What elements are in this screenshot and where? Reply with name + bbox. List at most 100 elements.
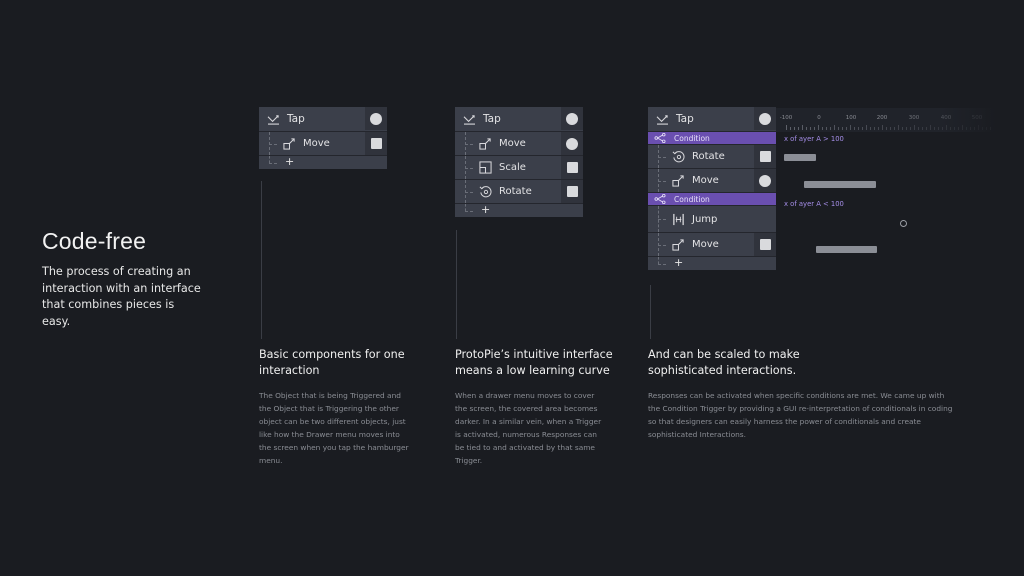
scale-icon [477,161,493,175]
ruler-tick [930,125,931,130]
ruler-tick [874,127,875,130]
circle-marker-icon [566,137,578,150]
hero-section: Code-free The process of creating an int… [42,228,202,330]
ruler-tick [850,125,851,130]
ruler-tick [838,127,839,130]
ruler-tick [962,125,963,130]
move-icon [670,174,686,188]
tap-icon [461,112,477,126]
condition-branch-icon [652,192,668,206]
caption-intuitive: ProtoPie’s intuitive interface means a l… [455,347,613,468]
divider-line [456,230,457,339]
ruler-tick [814,127,815,130]
ruler-tick [790,127,791,130]
ruler-label: 400 [940,115,952,121]
ruler-label: -100 [779,115,793,121]
ruler-tick [922,127,923,130]
tree-branch [658,244,666,246]
ruler-tick [986,127,987,130]
tree-branch [465,210,473,212]
square-marker-icon [566,162,578,173]
timeline-keyframe-jump[interactable] [900,220,907,227]
trigger-row[interactable]: Tap [648,107,776,132]
layer-marker [365,107,387,130]
tree-branch [269,162,277,164]
ruler-tick [806,127,807,130]
response-label: Move [692,239,719,250]
ruler-tick [794,127,795,130]
layer-marker [754,145,776,168]
caption-body: When a drawer menu moves to cover the sc… [455,391,602,466]
response-row[interactable]: Scale [455,156,583,180]
condition-expression: x of ayer A < 100 [784,200,844,208]
add-response-row[interactable]: + [648,256,776,270]
condition-row[interactable]: Condition [648,193,776,206]
add-response-button[interactable]: + [481,203,490,216]
layer-marker [754,233,776,256]
timeline-bar-move[interactable] [816,246,877,253]
add-response-row[interactable]: + [259,155,387,169]
timeline-bar-rotate[interactable] [784,154,816,161]
caption-basic: Basic components for one interaction The… [259,347,409,468]
move-icon [281,137,297,151]
ruler-tick [926,127,927,130]
layer-marker [365,132,387,155]
ruler-tick [910,127,911,130]
response-row[interactable]: Move [259,132,387,156]
ruler-tick [882,125,883,130]
ruler-tick [982,127,983,130]
tree-branch [465,143,473,145]
caption-body: Responses can be activated when specific… [648,391,953,440]
tree-branch [465,191,473,193]
square-marker-icon [566,186,578,197]
response-row[interactable]: Jump [648,206,776,233]
ruler-tick [950,127,951,130]
ruler-tick [786,125,787,130]
response-row[interactable]: Rotate [648,145,776,169]
divider-line [261,181,262,339]
ruler-tick [906,127,907,130]
caption-title: Basic components for one interaction [259,348,405,377]
interaction-panel-multi: Tap Move Scale Rotate + [455,107,583,217]
response-row[interactable]: Rotate [455,180,583,204]
trigger-label: Tap [287,113,305,125]
ruler-tick [866,125,867,130]
layer-marker [561,107,583,130]
move-icon [670,238,686,252]
ruler-tick [990,127,991,130]
ruler-tick [958,127,959,130]
ruler-tick [830,127,831,130]
divider-line [650,285,651,339]
circle-marker-icon [370,112,382,125]
tap-icon [654,112,670,126]
move-icon [477,137,493,151]
response-row[interactable]: Move [455,132,583,156]
condition-label: Condition [674,133,710,143]
ruler-tick [902,127,903,130]
ruler-label: 0 [817,115,821,121]
add-response-button[interactable]: + [674,256,683,269]
interaction-panel-conditional: Tap Condition Rotate Move Condition Jump… [648,107,776,270]
trigger-row[interactable]: Tap [259,107,387,132]
add-response-button[interactable]: + [285,155,294,168]
response-label: Rotate [692,151,725,162]
condition-row[interactable]: Condition [648,132,776,145]
rotate-icon [477,185,493,199]
ruler-tick [898,125,899,130]
tree-branch [269,143,277,145]
ruler-tick [834,125,835,130]
response-row[interactable]: Move [648,233,776,257]
tree-branch [658,156,666,158]
timeline-ruler: -100 0 100 200 300 400 500 [776,108,996,132]
layer-marker [754,107,776,130]
add-response-row[interactable]: + [455,203,583,217]
tree-branch [658,219,666,220]
ruler-tick [894,127,895,130]
ruler-tick [890,127,891,130]
response-label: Move [692,175,719,186]
square-marker-icon [759,239,771,250]
ruler-label: 500 [971,115,983,121]
trigger-row[interactable]: Tap [455,107,583,132]
response-row[interactable]: Move [648,169,776,193]
timeline-bar-move[interactable] [804,181,876,188]
